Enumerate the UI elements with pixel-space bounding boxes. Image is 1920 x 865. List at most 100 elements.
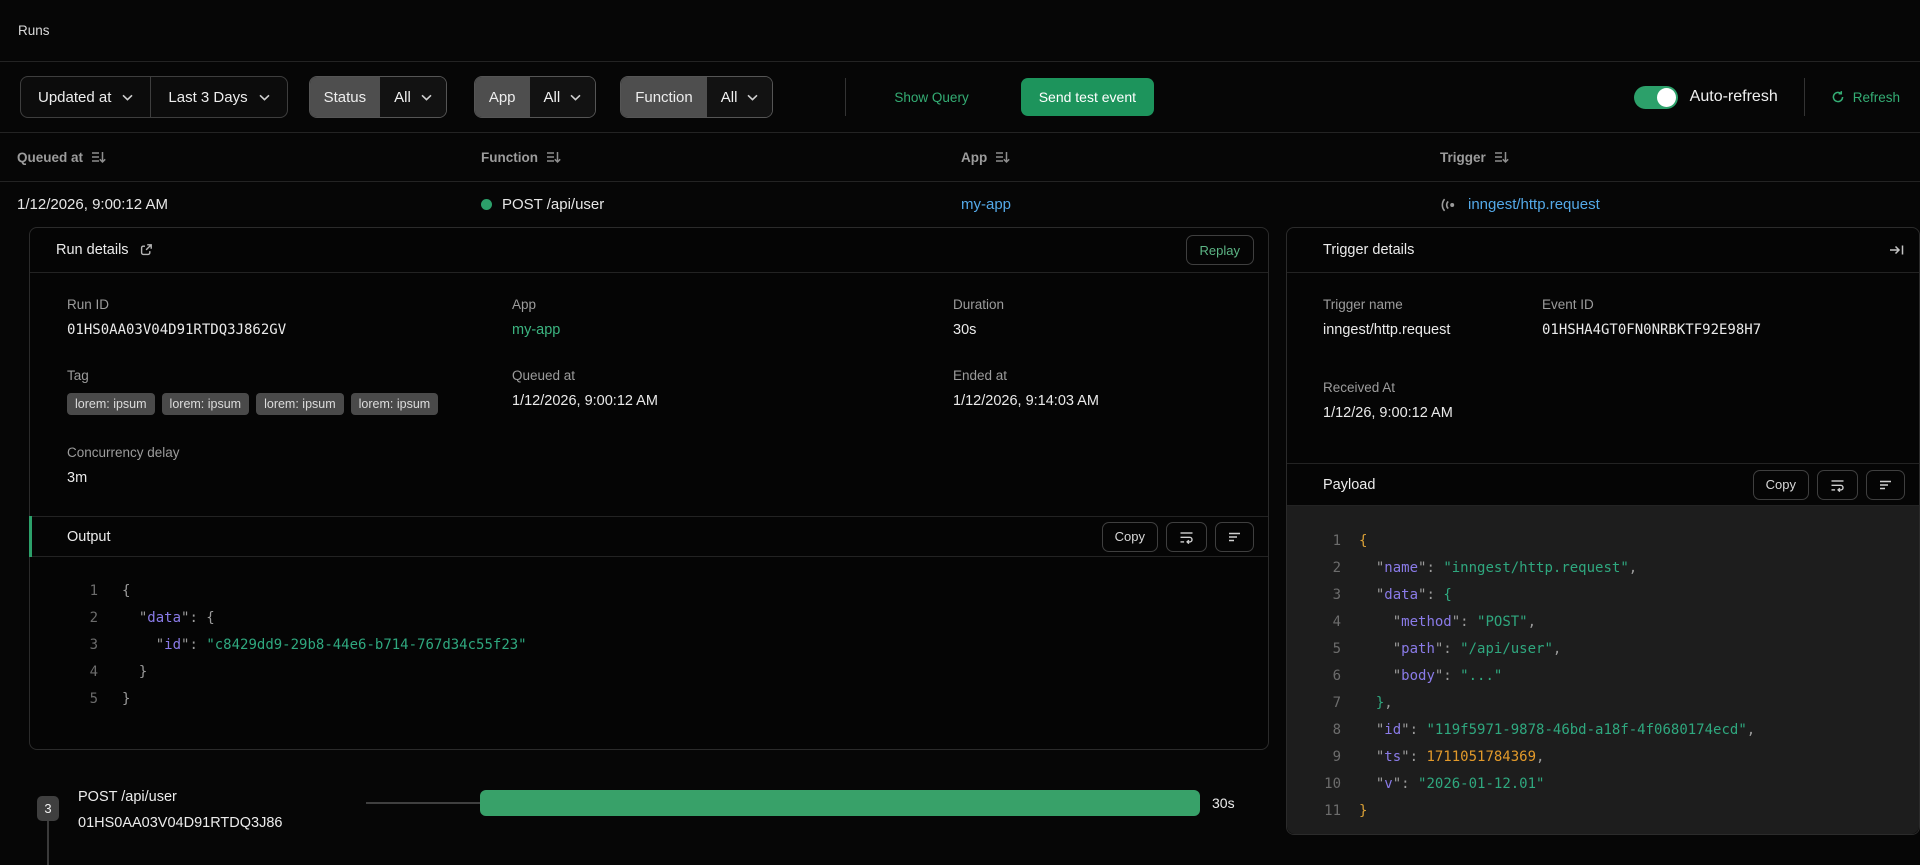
run-details-fields: Run ID 01HS0AA03V04D91RTDQ3J862GV App my… xyxy=(30,273,1268,516)
payload-title: Payload xyxy=(1323,476,1376,493)
tag-label: Tag xyxy=(67,368,89,383)
run-id-label: Run ID xyxy=(67,297,110,312)
row-function-name: POST /api/user xyxy=(502,196,605,213)
show-query-link[interactable]: Show Query xyxy=(894,90,968,105)
filter-bar: Updated at Last 3 Days Status All App Al… xyxy=(0,62,1920,133)
output-section-header: Output Copy xyxy=(29,516,1268,557)
app-value-link[interactable]: my-app xyxy=(512,322,953,338)
app-filter-value: All xyxy=(543,88,561,106)
code-line: 3 "data": { xyxy=(1311,582,1919,609)
line-number: 3 xyxy=(1332,587,1341,603)
run-timeline: 3 POST /api/user 01HS0AA03V04D91RTDQ3J86… xyxy=(0,784,1269,865)
refresh-controls: Auto-refresh Refresh xyxy=(1633,78,1900,116)
output-format-button[interactable] xyxy=(1215,521,1254,552)
concurrency-delay-value: 3m xyxy=(67,470,88,486)
app-label: App xyxy=(512,297,537,312)
event-id-value: 01HSHA4GT0FN0NRBKTF92E98H7 xyxy=(1542,322,1762,338)
function-filter-dropdown[interactable]: All xyxy=(706,77,773,117)
code-line: 5} xyxy=(60,686,1268,713)
column-header-function[interactable]: Function xyxy=(481,150,961,165)
code-line: 1{ xyxy=(60,578,1268,605)
sort-icon xyxy=(92,152,106,164)
refresh-button[interactable]: Refresh xyxy=(1831,90,1900,105)
tag-badge: lorem: ipsum xyxy=(161,393,250,415)
external-link-icon[interactable] xyxy=(139,243,153,257)
webhook-icon xyxy=(1441,198,1455,211)
trigger-details-title: Trigger details xyxy=(1323,242,1415,258)
status-filter: Status All xyxy=(308,76,447,118)
output-copy-button[interactable]: Copy xyxy=(1101,521,1158,552)
duration-value: 30s xyxy=(953,322,977,338)
line-number: 2 xyxy=(1332,560,1341,576)
chevron-down-icon xyxy=(122,94,133,101)
line-number: 1 xyxy=(1332,533,1341,549)
timeline-connector-vertical xyxy=(47,821,49,865)
run-id-value: 01HS0AA03V04D91RTDQ3J862GV xyxy=(67,322,287,338)
sort-icon xyxy=(996,152,1010,164)
code-line: 2 "name": "inngest/http.request", xyxy=(1311,555,1919,582)
concurrency-delay-label: Concurrency delay xyxy=(67,445,180,460)
field-app: App my-app xyxy=(512,297,953,338)
app-filter-dropdown[interactable]: All xyxy=(529,77,596,117)
column-header-app[interactable]: App xyxy=(961,150,1440,165)
field-tag: Tag lorem: ipsum lorem: ipsum lorem: ipsum… xyxy=(67,368,512,415)
timeline-duration-bar[interactable] xyxy=(480,790,1200,816)
timeline-step-id: 01HS0AA03V04D91RTDQ3J86 xyxy=(78,815,283,831)
app-link[interactable]: my-app xyxy=(961,196,1011,213)
trigger-details-panel: Trigger details Trigger name inngest/htt… xyxy=(1286,227,1920,835)
row-app: my-app xyxy=(961,196,1440,213)
received-at-label: Received At xyxy=(1323,380,1396,395)
field-trigger-name: Trigger name inngest/http.request xyxy=(1323,297,1542,350)
trigger-link[interactable]: inngest/http.request xyxy=(1468,196,1600,213)
auto-refresh-toggle[interactable] xyxy=(1633,85,1678,109)
payload-format-button[interactable] xyxy=(1866,469,1905,500)
output-accent-bar xyxy=(29,516,32,557)
line-number: 6 xyxy=(1332,668,1341,684)
status-filter-dropdown[interactable]: All xyxy=(380,77,446,117)
sort-field-dropdown[interactable]: Updated at xyxy=(21,77,150,117)
sort-time-filter: Updated at Last 3 Days xyxy=(20,76,288,118)
output-code-block: 1{2 "data": {3 "id": "c8429dd9-29b8-44e6… xyxy=(30,557,1268,713)
status-filter-value: All xyxy=(394,88,411,106)
column-header-trigger[interactable]: Trigger xyxy=(1440,150,1903,165)
app-filter-label: App xyxy=(474,77,530,117)
tag-badge: lorem: ipsum xyxy=(67,393,155,415)
align-left-icon xyxy=(1229,532,1240,541)
send-test-event-button[interactable]: Send test event xyxy=(1020,78,1154,116)
code-line: 11} xyxy=(1311,798,1919,825)
code-line: 9 "ts": 1711051784369, xyxy=(1311,744,1919,771)
function-filter-value: All xyxy=(720,88,738,106)
chevron-down-icon xyxy=(421,94,432,101)
code-line: 10 "v": "2026-01-12.01" xyxy=(1311,771,1919,798)
line-number: 10 xyxy=(1324,776,1341,792)
trigger-name-label: Trigger name xyxy=(1323,297,1403,312)
row-trigger: inngest/http.request xyxy=(1440,196,1903,213)
line-number: 11 xyxy=(1324,803,1341,819)
payload-copy-button[interactable]: Copy xyxy=(1752,469,1809,500)
column-header-queued-at[interactable]: Queued at xyxy=(17,150,481,165)
chevron-down-icon xyxy=(747,94,758,101)
replay-button[interactable]: Replay xyxy=(1185,235,1254,265)
time-range-dropdown[interactable]: Last 3 Days xyxy=(151,77,286,117)
line-number: 4 xyxy=(1332,614,1341,630)
top-bar: Runs xyxy=(0,0,1920,62)
run-details-header: Run details Replay xyxy=(30,228,1268,273)
sort-field-value: Updated at xyxy=(38,88,112,106)
line-number: 5 xyxy=(1332,641,1341,657)
ended-at-label: Ended at xyxy=(953,368,1008,383)
app-filter: App All xyxy=(473,76,597,118)
step-count-badge[interactable]: 3 xyxy=(37,796,59,821)
tag-badge: lorem: ipsum xyxy=(256,393,344,415)
status-filter-label: Status xyxy=(309,77,381,117)
field-received-at: Received At 1/12/26, 9:00:12 AM xyxy=(1323,380,1883,433)
collapse-right-icon[interactable] xyxy=(1889,243,1905,257)
chevron-down-icon xyxy=(570,94,581,101)
time-range-value: Last 3 Days xyxy=(168,88,248,106)
payload-wrap-button[interactable] xyxy=(1817,469,1858,500)
run-table-row[interactable]: 1/12/2026, 9:00:12 AM POST /api/user my-… xyxy=(0,182,1920,227)
field-event-id: Event ID 01HSHA4GT0FN0NRBKTF92E98H7 xyxy=(1542,297,1883,350)
timeline-duration-label: 30s xyxy=(1212,795,1235,811)
output-wrap-button[interactable] xyxy=(1166,521,1207,552)
filter-bar-divider xyxy=(845,78,847,116)
timeline-connector-horizontal xyxy=(366,802,480,804)
